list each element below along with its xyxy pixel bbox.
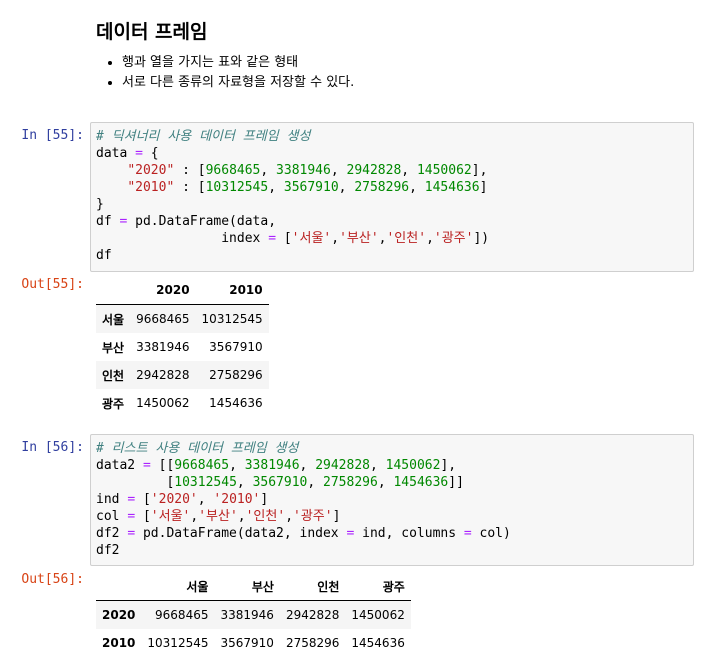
- table-cell: 3381946: [220, 608, 274, 622]
- table-cell: 1450062: [136, 396, 190, 410]
- table-header-row: 2020 2010: [96, 276, 269, 305]
- code-line: df = pd.DataFrame(data,: [96, 214, 277, 229]
- code-line: }: [96, 197, 104, 212]
- row-index: 서울: [102, 312, 125, 327]
- table-row: 서울 9668465 10312545: [96, 304, 269, 333]
- code-line: df: [96, 248, 112, 263]
- code-comment: # 리스트 사용 데이터 프레임 생성: [96, 441, 299, 456]
- index-header: [96, 276, 131, 305]
- code-line: df2 = pd.DataFrame(data2, index = ind, c…: [96, 526, 511, 541]
- output-prompt: Out[55]:: [21, 277, 84, 292]
- code-line: df2: [96, 543, 120, 558]
- code-line: "2010" : [10312545, 3567910, 2758296, 14…: [127, 180, 488, 195]
- section-heading: 데이터 프레임: [96, 21, 208, 43]
- table-cell: 2758296: [285, 636, 340, 650]
- bullet-item: 서로 다른 종류의 자료형을 저장할 수 있다.: [122, 73, 354, 93]
- table-row: 2010 10312545 3567910 2758296 1454636: [96, 629, 411, 657]
- row-index: 부산: [102, 340, 125, 355]
- dataframe-output-table: 2020 2010 서울 9668465 10312545 부산 3381946…: [96, 276, 269, 417]
- column-header: 2020: [130, 276, 196, 305]
- code-line: index = ['서울','부산','인천','광주']): [96, 231, 490, 246]
- row-index: 2020: [102, 608, 136, 622]
- code-line: data = {: [96, 146, 159, 161]
- table-cell: 9668465: [136, 312, 190, 326]
- table-cell: 2942828: [136, 368, 190, 382]
- dataframe-output-table: 서울 부산 인천 광주 2020 9668465 3381946 2942828…: [96, 572, 411, 657]
- column-header: 광주: [345, 572, 411, 601]
- table-cell: 1454636: [209, 396, 263, 410]
- table-row: 인천 2942828 2758296: [96, 361, 269, 389]
- table-cell: 1454636: [351, 636, 405, 650]
- column-header: 부산: [214, 572, 280, 601]
- index-header: [96, 572, 142, 601]
- column-header: 인천: [279, 572, 346, 601]
- table-cell: 2942828: [285, 608, 340, 622]
- table-cell: 3381946: [136, 340, 190, 354]
- table-cell: 10312545: [201, 312, 263, 326]
- code-line: "2020" : [9668465, 3381946, 2942828, 145…: [127, 163, 488, 178]
- output-prompt: Out[56]:: [21, 572, 84, 587]
- bullet-list: 행과 열을 가지는 표와 같은 형태 서로 다른 종류의 자료형을 저장할 수 …: [96, 53, 354, 93]
- row-index: 광주: [102, 396, 125, 411]
- table-cell: 3567910: [220, 636, 274, 650]
- table-header-row: 서울 부산 인천 광주: [96, 572, 411, 601]
- code-cell-input[interactable]: # 리스트 사용 데이터 프레임 생성 data2 = [[9668465, 3…: [90, 434, 694, 566]
- table-cell: 10312545: [147, 636, 209, 650]
- table-cell: 1450062: [351, 608, 405, 622]
- column-header: 2010: [195, 276, 269, 305]
- row-index: 2010: [102, 636, 136, 650]
- row-index: 인천: [102, 368, 125, 383]
- table-row: 부산 3381946 3567910: [96, 333, 269, 361]
- table-cell: 2758296: [209, 368, 263, 382]
- code-comment: # 딕셔너리 사용 데이터 프레임 생성: [96, 129, 311, 144]
- table-cell: 3567910: [209, 340, 263, 354]
- code-line: [10312545, 3567910, 2758296, 1454636]]: [96, 475, 464, 490]
- bullet-item: 행과 열을 가지는 표와 같은 형태: [122, 53, 354, 73]
- input-prompt: In [56]:: [21, 440, 84, 455]
- code-line: ind = ['2020', '2010']: [96, 492, 269, 507]
- table-cell: 9668465: [155, 608, 209, 622]
- input-prompt: In [55]:: [21, 128, 84, 143]
- column-header: 서울: [141, 572, 215, 601]
- table-row: 광주 1450062 1454636: [96, 389, 269, 417]
- code-line: data2 = [[9668465, 3381946, 2942828, 145…: [96, 458, 457, 473]
- code-cell-input[interactable]: # 딕셔너리 사용 데이터 프레임 생성 data = { "2020" : […: [90, 122, 694, 272]
- table-row: 2020 9668465 3381946 2942828 1450062: [96, 600, 411, 629]
- code-line: col = ['서울','부산','인천','광주']: [96, 509, 341, 524]
